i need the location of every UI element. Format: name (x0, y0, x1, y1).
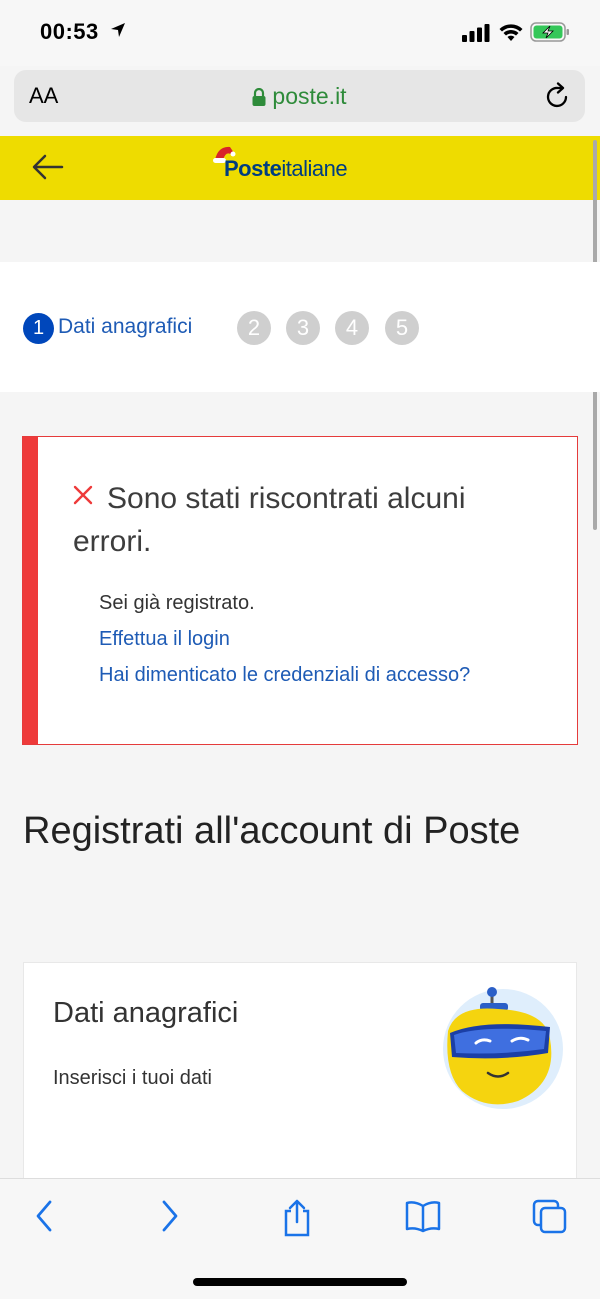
step-1-active: 1 (23, 313, 54, 344)
card-title: Dati anagrafici (53, 997, 239, 1029)
battery-charging-icon (530, 22, 569, 42)
tabs-icon[interactable] (532, 1199, 568, 1235)
forward-icon[interactable] (159, 1199, 181, 1233)
step-2: 2 (237, 311, 271, 345)
status-time: 00:53 (40, 19, 99, 44)
location-arrow-icon (111, 23, 125, 37)
share-icon[interactable] (282, 1199, 312, 1237)
error-message: Sei già registrato. (99, 592, 255, 614)
address-bar[interactable]: AA poste.it (14, 70, 585, 122)
lock-icon (252, 88, 266, 106)
cellular-signal-icon (462, 24, 490, 42)
step-5: 5 (385, 311, 419, 345)
error-stripe (23, 437, 38, 744)
error-title: Sono stati riscontrati alcuni errori. (73, 482, 466, 558)
logo-light-text: italiane (281, 156, 348, 181)
error-alert: Sono stati riscontrati alcuni errori. Se… (22, 436, 578, 745)
logo-bold-text: Poste (224, 156, 282, 181)
poste-italiane-logo[interactable]: Posteitaliane (224, 156, 348, 182)
status-bar: 00:53 (0, 0, 600, 66)
reload-icon[interactable] (545, 82, 571, 110)
wifi-icon (499, 24, 523, 41)
home-indicator[interactable] (193, 1278, 407, 1286)
step-3: 3 (286, 311, 320, 345)
bookmarks-icon[interactable] (405, 1199, 441, 1233)
page-title: Registrati all'account di Poste (23, 810, 521, 852)
step-4: 4 (335, 311, 369, 345)
robot-mascot-icon (443, 987, 563, 1109)
forgot-credentials-link[interactable]: Hai dimenticato le credenziali di access… (99, 664, 470, 687)
card-subtitle: Inserisci i tuoi dati (53, 1067, 212, 1089)
back-icon[interactable] (33, 1199, 55, 1233)
step-1-label: Dati anagrafici (58, 315, 193, 338)
url-text: poste.it (272, 83, 347, 109)
url-field[interactable]: poste.it (14, 83, 585, 110)
login-link[interactable]: Effettua il login (99, 628, 230, 651)
back-arrow-icon[interactable] (32, 154, 64, 180)
